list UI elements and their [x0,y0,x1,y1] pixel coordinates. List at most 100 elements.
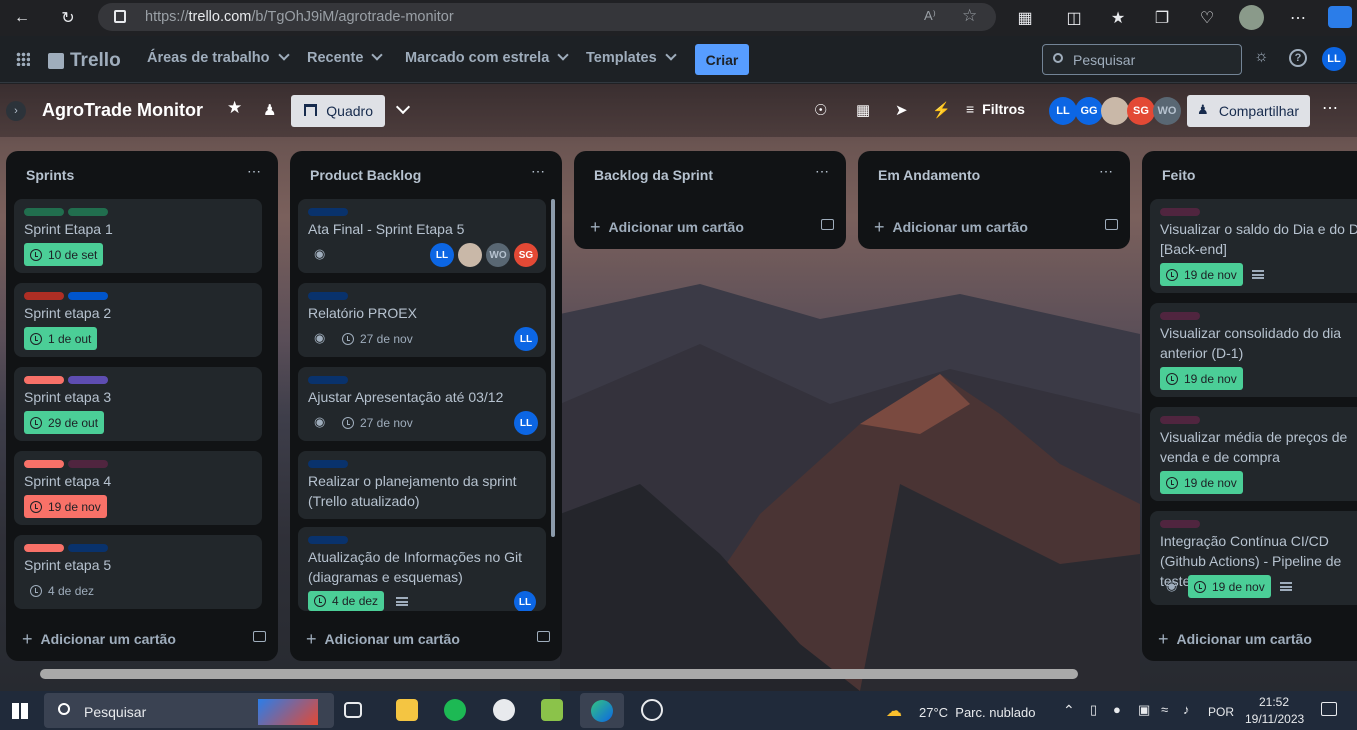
due-date-badge[interactable]: 4 de dez [24,579,100,602]
add-card-button[interactable]: + Adicionar um cartão [590,216,744,237]
search-input[interactable]: Pesquisar [1042,44,1242,75]
card[interactable]: Visualizar média de preços de venda e de… [1150,407,1357,501]
taskbar-search[interactable]: Pesquisar [44,693,334,728]
card[interactable]: Ajustar Apresentação até 03/12 ◉ 27 de n… [298,367,546,441]
card-label[interactable] [308,460,348,468]
due-date-badge[interactable]: 19 de nov [24,495,107,518]
card-label[interactable] [24,460,64,468]
member-photo-avatar[interactable] [1101,97,1129,125]
list-title[interactable]: Backlog da Sprint [594,167,713,183]
card-label[interactable] [24,292,64,300]
list-scrollbar[interactable] [551,199,555,537]
member-avatar[interactable]: LL [430,243,454,267]
card-label[interactable] [68,544,108,552]
card[interactable]: Sprint etapa 3 29 de out [14,367,262,441]
add-card-button[interactable]: + Adicionar um cartão [1158,628,1312,649]
favorite-star-icon[interactable]: ☆ [962,6,977,26]
address-bar[interactable]: https://trello.com/b/TgOhJ9iM/agrotrade-… [98,3,996,31]
card-template-icon[interactable] [821,219,834,230]
due-date-badge[interactable]: 4 de dez [308,591,385,611]
battery-icon[interactable]: ▯ [1090,702,1097,718]
card-label[interactable] [1160,416,1200,424]
visibility-icon[interactable]: ♟ [263,101,276,119]
member-avatar[interactable]: WO [486,243,510,267]
card-label[interactable] [68,208,108,216]
member-photo-avatar[interactable] [458,243,482,267]
card-label[interactable] [308,536,348,544]
share-button[interactable]: ♟ Compartilhar [1187,95,1310,127]
help-icon[interactable]: ? [1289,49,1307,67]
clock-time[interactable]: 21:52 [1259,695,1289,709]
create-button[interactable]: Criar [695,44,749,75]
card-label[interactable] [68,292,108,300]
due-date-badge[interactable]: 27 de nov [336,327,419,350]
card-template-icon[interactable] [1105,219,1118,230]
due-date-badge[interactable]: 19 de nov [1160,367,1243,390]
tray-chevron-icon[interactable]: ⌃ [1063,702,1075,719]
customize-views-icon[interactable]: ▦ [856,101,870,119]
board-view-button[interactable]: Quadro [291,95,385,127]
nav-starred[interactable]: Marcado com estrela [405,49,569,66]
due-date-badge[interactable]: 29 de out [24,411,105,434]
star-icon[interactable]: ★ [227,98,242,118]
sidebar-toggle-icon[interactable]: › [6,101,26,121]
task-view-icon[interactable] [344,702,362,718]
card-label[interactable] [308,376,348,384]
board-horizontal-scrollbar[interactable] [40,669,1078,679]
card[interactable]: Atualização de Informações no Git (diagr… [298,527,546,613]
profile-avatar[interactable] [1239,5,1264,30]
app-icon[interactable] [541,699,563,721]
card[interactable]: Visualizar o saldo do Dia e do Dia [Back… [1150,199,1357,293]
reload-icon[interactable]: ↻ [56,6,80,30]
nav-workspaces[interactable]: Áreas de trabalho [147,49,290,66]
trello-logo[interactable]: Trello [48,50,121,72]
member-avatar[interactable]: SG [514,243,538,267]
card-label[interactable] [68,376,108,384]
spotify-icon[interactable] [444,699,466,721]
weather-icon[interactable]: ☁ [886,701,902,721]
card-label[interactable] [24,208,64,216]
obs-icon[interactable] [641,699,663,721]
favorites-icon[interactable]: ★ [1106,6,1130,30]
filters-button[interactable]: ≡ Filtros [966,101,1025,117]
windows-start-icon[interactable] [12,703,28,719]
card[interactable]: Sprint etapa 5 4 de dez [14,535,262,609]
card-label[interactable] [24,544,64,552]
card-label[interactable] [24,376,64,384]
member-avatar[interactable]: WO [1153,97,1181,125]
butler-icon[interactable]: ⚡ [932,101,951,119]
volume-icon[interactable]: ♪ [1183,702,1190,717]
due-date-badge[interactable]: 27 de nov [336,411,419,434]
card-label[interactable] [1160,520,1200,528]
card[interactable]: Ata Final - Sprint Etapa 5 ◉ LL WO SG [298,199,546,273]
add-card-button[interactable]: + Adicionar um cartão [306,628,460,649]
list-menu-icon[interactable]: ⋯ [815,163,830,180]
list-title[interactable]: Em Andamento [878,167,980,183]
card[interactable]: Realizar o planejamento da sprint (Trell… [298,451,546,519]
automation-icon[interactable]: ➤ [895,101,908,119]
list-title[interactable]: Sprints [26,167,74,183]
card[interactable]: Sprint etapa 2 1 de out [14,283,262,357]
notifications-icon[interactable] [1321,702,1337,716]
camera-icon[interactable]: ▣ [1138,702,1150,718]
clock-date[interactable]: 19/11/2023 [1245,712,1304,726]
card[interactable]: Visualizar consolidado do dia anterior (… [1150,303,1357,397]
split-screen-icon[interactable]: ◫ [1062,6,1086,30]
member-avatar[interactable]: LL [514,591,536,613]
card-template-icon[interactable] [253,631,266,642]
member-avatar[interactable]: LL [514,327,538,351]
wifi-icon[interactable]: ≈ [1161,702,1168,717]
list-title[interactable]: Product Backlog [310,167,421,183]
due-date-badge[interactable]: 10 de set [24,243,104,266]
board-menu-icon[interactable]: ⋯ [1322,98,1339,118]
power-ups-icon[interactable]: ☉ [814,101,827,119]
card-label[interactable] [308,208,348,216]
due-date-badge[interactable]: 1 de out [24,327,98,350]
edge-taskbar-button[interactable] [580,693,624,728]
collections-icon[interactable]: ❐ [1150,6,1174,30]
microphone-icon[interactable]: ● [1113,702,1121,717]
member-avatar[interactable]: LL [514,411,538,435]
board-title[interactable]: AgroTrade Monitor [42,100,203,121]
card[interactable]: Relatório PROEX ◉ 27 de nov LL [298,283,546,357]
weather-text[interactable]: 27°C Parc. nublado [919,705,1036,720]
